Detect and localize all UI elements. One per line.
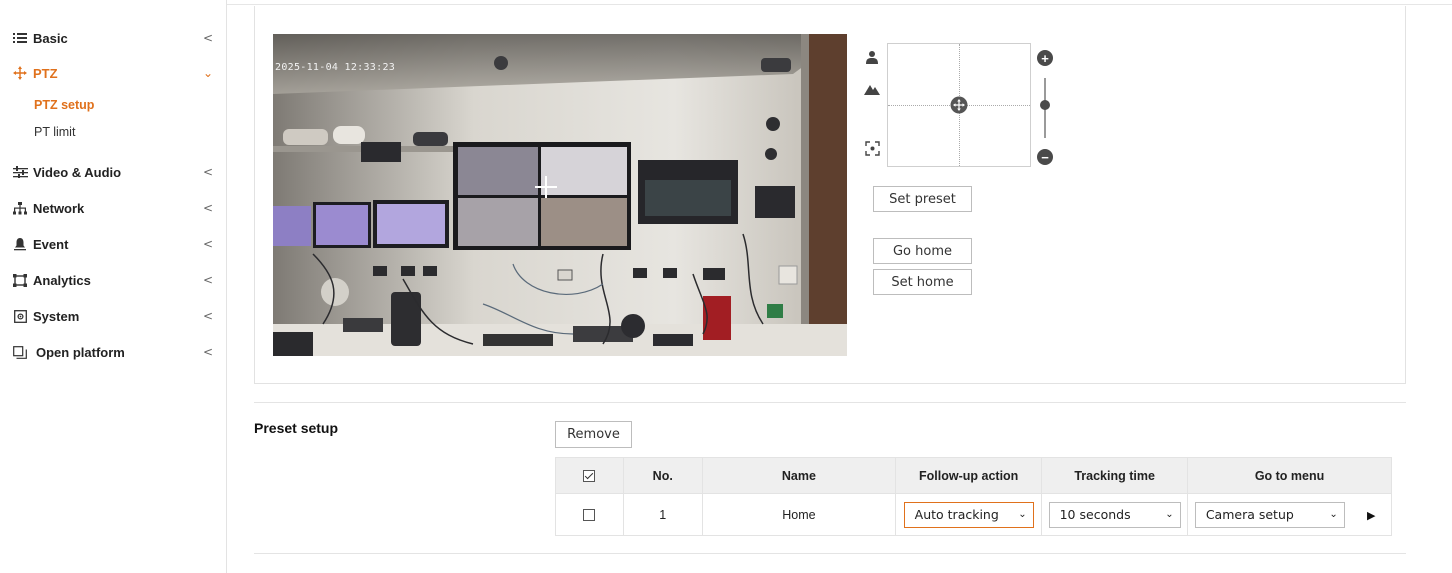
- preset-setup-title: Preset setup: [254, 420, 339, 436]
- focus-icon[interactable]: [863, 139, 881, 157]
- frame-icon: [12, 273, 28, 287]
- chevron-left-icon: <: [202, 345, 213, 359]
- sidebar-subitem-ptz-setup[interactable]: PTZ setup: [34, 98, 94, 112]
- camera-image: [273, 34, 847, 356]
- sidebar-item-video-audio[interactable]: Video & Audio <: [12, 161, 217, 183]
- zoom-out-button[interactable]: −: [1037, 149, 1053, 165]
- select-all-checkbox[interactable]: [583, 470, 596, 483]
- set-home-button[interactable]: Set home: [873, 269, 972, 295]
- person-icon[interactable]: [863, 48, 881, 66]
- select-all-cell: [555, 457, 624, 494]
- sidebar-item-label: Basic: [33, 30, 68, 46]
- ptz-control-pad[interactable]: [887, 43, 1031, 167]
- sidebar-item-label: Event: [33, 236, 69, 252]
- section-divider: [254, 553, 1406, 554]
- zoom-slider-handle[interactable]: [1040, 100, 1050, 110]
- sidebar-item-basic[interactable]: Basic <: [12, 27, 217, 49]
- chevron-down-icon: ⌄: [1018, 509, 1027, 520]
- column-header-follow-up: Follow-up action: [895, 457, 1043, 494]
- set-preset-button[interactable]: Set preset: [873, 186, 972, 212]
- bell-icon: [12, 237, 28, 251]
- sidebar-item-analytics[interactable]: Analytics <: [12, 269, 217, 291]
- sidebar-item-label: Open platform: [36, 344, 125, 360]
- column-header-go-to-menu: Go to menu: [1187, 457, 1392, 494]
- preset-number: 1: [622, 493, 703, 536]
- sidebar-item-label: Video & Audio: [33, 164, 122, 180]
- column-header-no: No.: [622, 457, 703, 494]
- section-divider: [254, 402, 1406, 403]
- chevron-left-icon: <: [202, 237, 213, 251]
- follow-up-cell: Auto tracking ⌄: [895, 493, 1043, 536]
- preset-name: Home: [701, 493, 897, 536]
- list-icon: [12, 31, 28, 45]
- pan-tilt-handle-icon[interactable]: [950, 96, 968, 114]
- column-header-tracking-time: Tracking time: [1041, 457, 1189, 494]
- sidebar-item-label: PTZ: [33, 65, 58, 81]
- chevron-left-icon: <: [202, 309, 213, 323]
- follow-up-action-select[interactable]: Auto tracking ⌄: [903, 501, 1034, 528]
- row-checkbox[interactable]: [583, 509, 596, 522]
- go-cell: ▶: [1351, 493, 1392, 536]
- sidebar: Basic < PTZ ⌄ PTZ setup PT limit Video &…: [0, 0, 227, 573]
- sliders-icon: [12, 165, 28, 179]
- sidebar-item-label: System: [33, 308, 80, 324]
- chevron-left-icon: <: [202, 201, 213, 215]
- go-to-menu-value: Camera setup: [1205, 507, 1294, 522]
- sidebar-item-system[interactable]: System <: [12, 305, 217, 327]
- sidebar-item-network[interactable]: Network <: [12, 197, 217, 219]
- sidebar-item-label: Network: [33, 200, 85, 216]
- chevron-left-icon: <: [202, 31, 213, 45]
- sidebar-subitem-pt-limit[interactable]: PT limit: [34, 125, 75, 139]
- follow-up-action-value: Auto tracking: [914, 507, 999, 522]
- chevron-down-icon: ⌄: [1329, 509, 1338, 520]
- remove-button[interactable]: Remove: [555, 421, 632, 448]
- chevron-left-icon: <: [202, 165, 213, 179]
- play-icon[interactable]: ▶: [1367, 509, 1375, 522]
- move-icon: [12, 66, 28, 80]
- video-timestamp: 2025-11-04 12:33:23: [275, 62, 396, 73]
- tracking-time-cell: 10 seconds ⌄: [1041, 493, 1189, 536]
- table-header-row: No. Name Follow-up action Tracking time …: [555, 457, 1392, 494]
- tracking-time-value: 10 seconds: [1059, 507, 1131, 522]
- column-header-name: Name: [701, 457, 897, 494]
- table-row: 1 Home Auto tracking ⌄ 10 seconds ⌄ Came…: [555, 493, 1392, 536]
- sidebar-item-event[interactable]: Event <: [12, 233, 217, 255]
- window-icon: [12, 345, 28, 359]
- mountain-icon[interactable]: [863, 80, 881, 98]
- preset-table: No. Name Follow-up action Tracking time …: [555, 457, 1392, 536]
- go-to-menu-cell: Camera setup ⌄: [1187, 493, 1352, 536]
- go-to-menu-select[interactable]: Camera setup ⌄: [1194, 501, 1345, 528]
- zoom-in-button[interactable]: +: [1037, 50, 1053, 66]
- chevron-down-icon: ⌄: [202, 66, 213, 80]
- system-icon: [12, 309, 28, 323]
- live-video-feed[interactable]: 2025-11-04 12:33:23: [273, 34, 847, 356]
- sidebar-item-label: Analytics: [33, 272, 91, 288]
- row-select-cell: [555, 493, 624, 536]
- sidebar-item-open-platform[interactable]: Open platform <: [12, 341, 217, 363]
- network-icon: [12, 201, 28, 215]
- chevron-down-icon: ⌄: [1165, 509, 1174, 520]
- go-home-button[interactable]: Go home: [873, 238, 972, 264]
- chevron-left-icon: <: [202, 273, 213, 287]
- tracking-time-select[interactable]: 10 seconds ⌄: [1048, 501, 1181, 528]
- sidebar-item-ptz[interactable]: PTZ ⌄: [12, 62, 217, 84]
